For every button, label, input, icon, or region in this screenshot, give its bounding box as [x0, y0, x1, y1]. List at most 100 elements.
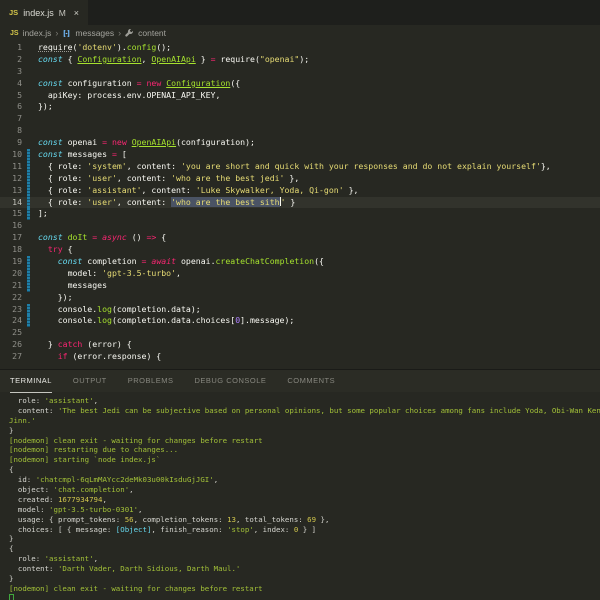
code-line-19[interactable]: 19 const completion = await openai.creat…	[0, 256, 600, 268]
terminal-line: role: 'assistant',	[9, 396, 600, 406]
gutter	[27, 101, 30, 113]
panel-tab-terminal[interactable]: TERMINAL	[10, 370, 52, 393]
code-line-16[interactable]: 16	[0, 220, 600, 232]
chevron-right-icon: ›	[55, 28, 58, 38]
line-number: 10	[0, 149, 22, 161]
code-line-27[interactable]: 27 if (error.response) {	[0, 351, 600, 363]
gutter	[27, 125, 30, 137]
gutter	[27, 220, 30, 232]
panel-tab-comments[interactable]: COMMENTS	[287, 370, 335, 393]
line-number: 16	[0, 220, 22, 232]
code-line-7[interactable]: 7	[0, 113, 600, 125]
gutter	[27, 90, 30, 102]
terminal-line: content: 'The best Jedi can be subjectiv…	[9, 406, 600, 416]
code-text: const completion = await openai.createCh…	[38, 256, 324, 268]
code-text: const doIt = async () => {	[38, 232, 166, 244]
code-text: try {	[38, 244, 73, 256]
code-line-2[interactable]: 2 const { Configuration, OpenAIApi } = re…	[0, 54, 600, 66]
code-text: console.log(completion.data);	[38, 304, 201, 316]
git-modified-badge: M	[59, 8, 66, 18]
git-modified-gutter	[27, 185, 30, 197]
code-line-12[interactable]: 12 { role: 'user', content: 'who are the…	[0, 173, 600, 185]
terminal-line: created: 1677934794,	[9, 495, 600, 505]
git-modified-gutter	[27, 149, 30, 161]
line-number: 5	[0, 90, 22, 102]
code-line-3[interactable]: 3	[0, 66, 600, 78]
code-line-8[interactable]: 8	[0, 125, 600, 137]
wrench-icon	[125, 29, 134, 38]
line-number: 20	[0, 268, 22, 280]
code-line-24[interactable]: 24 console.log(completion.data.choices[0…	[0, 315, 600, 327]
panel-tab-problems[interactable]: PROBLEMS	[128, 370, 174, 393]
line-number: 1	[0, 42, 22, 54]
breadcrumb-symbol[interactable]: messages	[75, 28, 114, 38]
editor-tab-bar: JS index.js M ×	[0, 0, 600, 25]
line-number: 17	[0, 232, 22, 244]
terminal-line: Jinn.'	[9, 416, 600, 426]
code-line-18[interactable]: 18 try {	[0, 244, 600, 256]
git-modified-gutter	[27, 280, 30, 292]
gutter	[27, 351, 30, 363]
code-editor[interactable]: 1require('dotenv').config();2 const { Con…	[0, 41, 600, 369]
panel-tab-debug-console[interactable]: DEBUG CONSOLE	[194, 370, 266, 393]
line-number: 11	[0, 161, 22, 173]
close-icon[interactable]: ×	[74, 8, 79, 18]
panel-tab-output[interactable]: OUTPUT	[73, 370, 107, 393]
breadcrumb: JS index.js › messages › content	[0, 25, 600, 41]
code-line-21[interactable]: 21 messages	[0, 280, 600, 292]
code-line-17[interactable]: 17 const doIt = async () => {	[0, 232, 600, 244]
terminal-line: [nodemon] restarting due to changes...	[9, 445, 600, 455]
terminal-line: {	[9, 544, 600, 554]
breadcrumb-property[interactable]: content	[138, 28, 166, 38]
code-text: { role: 'user', content: 'who are the be…	[38, 197, 295, 209]
git-modified-gutter	[27, 315, 30, 327]
git-modified-gutter	[27, 268, 30, 280]
terminal-line: content: 'Darth Vader, Darth Sidious, Da…	[9, 564, 600, 574]
terminal-line: usage: { prompt_tokens: 56, completion_t…	[9, 515, 600, 525]
terminal-line	[9, 594, 600, 600]
code-line-10[interactable]: 10const messages = [	[0, 149, 600, 161]
terminal-line: }	[9, 426, 600, 436]
gutter	[27, 113, 30, 125]
code-line-23[interactable]: 23 console.log(completion.data);	[0, 304, 600, 316]
terminal-line: }	[9, 574, 600, 584]
code-line-4[interactable]: 4const configuration = new Configuration…	[0, 78, 600, 90]
code-line-22[interactable]: 22 });	[0, 292, 600, 304]
code-line-5[interactable]: 5 apiKey: process.env.OPENAI_API_KEY,	[0, 90, 600, 102]
code-text: model: 'gpt-3.5-turbo',	[38, 268, 181, 280]
code-line-11[interactable]: 11 { role: 'system', content: 'you are s…	[0, 161, 600, 173]
code-line-13[interactable]: 13 { role: 'assistant', content: 'Luke S…	[0, 185, 600, 197]
breadcrumb-file[interactable]: index.js	[23, 28, 52, 38]
terminal-line: object: 'chat.completion',	[9, 485, 600, 495]
code-line-14[interactable]: 14 { role: 'user', content: 'who are the…	[0, 197, 600, 209]
gutter	[27, 54, 30, 66]
terminal-output[interactable]: role: 'assistant', content: 'The best Je…	[0, 392, 600, 600]
code-text: { role: 'user', content: 'who are the be…	[38, 173, 299, 185]
code-line-15[interactable]: 15];	[0, 208, 600, 220]
code-text: console.log(completion.data.choices[0].m…	[38, 315, 294, 327]
line-number: 4	[0, 78, 22, 90]
line-number: 8	[0, 125, 22, 137]
vscode-window: JS index.js M × JS index.js › messages ›…	[0, 0, 600, 600]
code-text: });	[38, 292, 73, 304]
tab-index-js[interactable]: JS index.js M ×	[0, 0, 88, 25]
code-text: { role: 'system', content: 'you are shor…	[38, 161, 551, 173]
code-text: { role: 'assistant', content: 'Luke Skyw…	[38, 185, 358, 197]
line-number: 24	[0, 315, 22, 327]
line-number: 2	[0, 54, 22, 66]
terminal-line: role: 'assistant',	[9, 554, 600, 564]
code-line-20[interactable]: 20 model: 'gpt-3.5-turbo',	[0, 268, 600, 280]
line-number: 25	[0, 327, 22, 339]
code-line-1[interactable]: 1require('dotenv').config();	[0, 42, 600, 54]
code-text: apiKey: process.env.OPENAI_API_KEY,	[38, 90, 220, 102]
code-line-6[interactable]: 6});	[0, 101, 600, 113]
git-modified-gutter	[27, 173, 30, 185]
terminal-line: }	[9, 534, 600, 544]
line-number: 27	[0, 351, 22, 363]
line-number: 3	[0, 66, 22, 78]
line-number: 7	[0, 113, 22, 125]
code-line-25[interactable]: 25	[0, 327, 600, 339]
code-text: const { Configuration, OpenAIApi } = req…	[38, 54, 309, 66]
code-line-26[interactable]: 26 } catch (error) {	[0, 339, 600, 351]
code-line-9[interactable]: 9const openai = new OpenAIApi(configurat…	[0, 137, 600, 149]
